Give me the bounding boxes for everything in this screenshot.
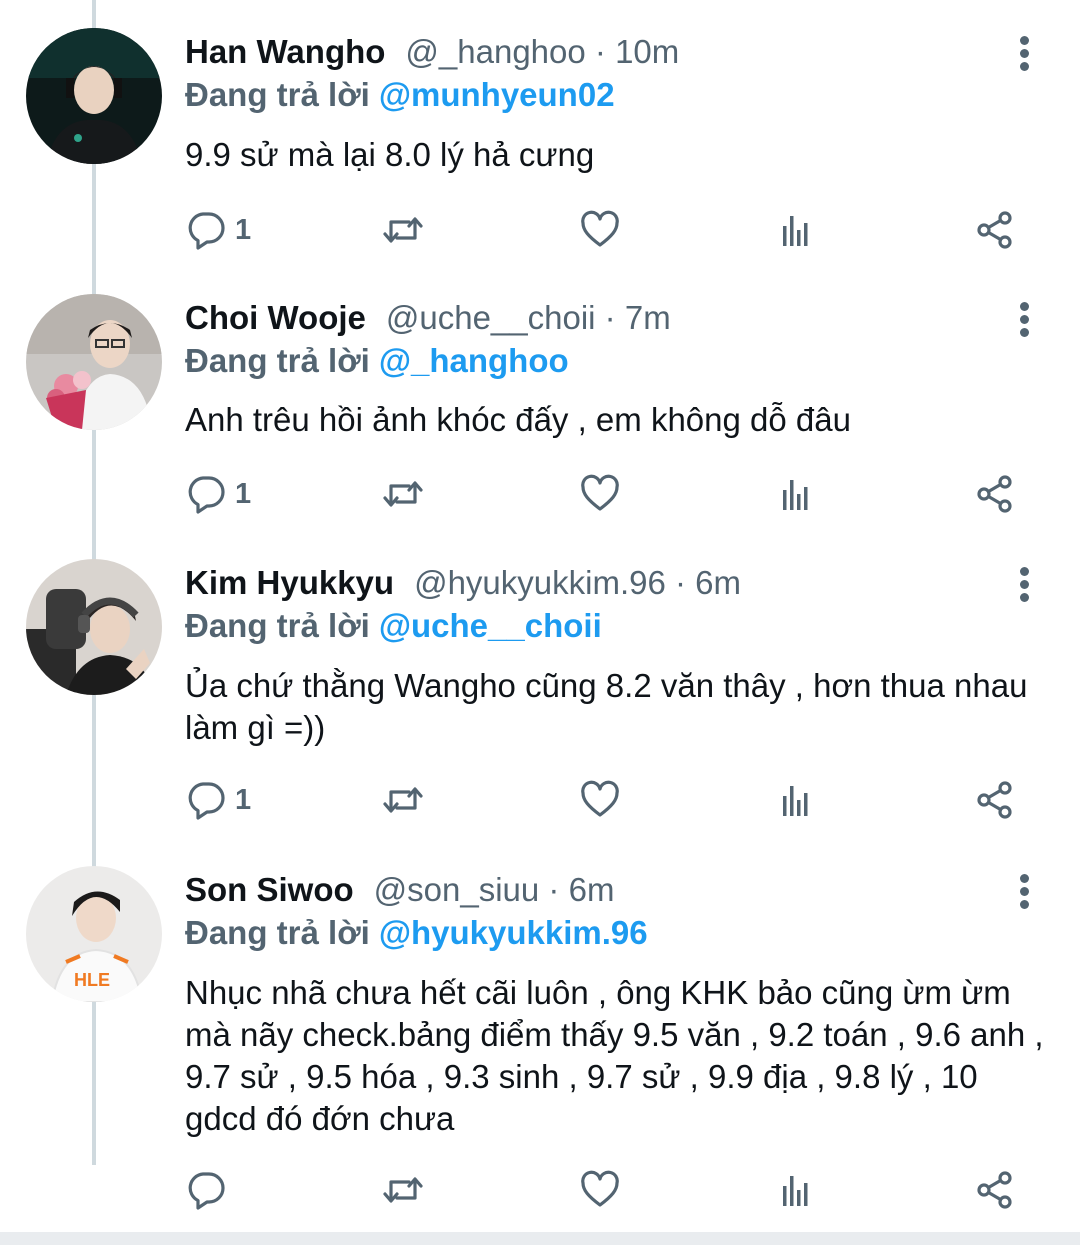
avatar[interactable]: HLE: [26, 866, 162, 1002]
tweet-header: Choi Wooje @uche__choii · 7m: [185, 294, 671, 342]
tweet-text: Anh trêu hồi ảnh khóc đấy , em không dỗ …: [185, 401, 851, 438]
tweet-header: Kim Hyukkyu @hyukyukkim.96 · 6m: [185, 559, 741, 607]
avatar-photo: [26, 559, 162, 695]
like-button[interactable]: [580, 1166, 620, 1214]
avatar[interactable]: [26, 294, 162, 430]
replying-label: Đang trả lời: [185, 76, 370, 113]
analytics-button[interactable]: [777, 1166, 817, 1214]
reply-button[interactable]: 1: [187, 776, 251, 824]
share-icon: [977, 781, 1012, 819]
action-bar: [0, 1166, 1080, 1214]
avatar-logo-text: HLE: [74, 970, 110, 990]
share-icon: [977, 211, 1012, 249]
display-name[interactable]: Han Wangho: [185, 33, 385, 71]
reply-count: 1: [235, 477, 252, 510]
display-name[interactable]: Son Siwoo: [185, 871, 354, 909]
retweet-button[interactable]: [383, 206, 423, 254]
tweet-text: Nhục nhã chưa hết cãi luôn , ông KHK bảo…: [185, 974, 1044, 1137]
handle-time: @son_siuu · 6m: [373, 871, 615, 908]
avatar[interactable]: [26, 559, 162, 695]
reply-count: 1: [235, 783, 252, 816]
replying-to: Đang trả lời @uche__choii: [185, 607, 602, 645]
replying-to: Đang trả lời @munhyeun02: [185, 76, 615, 114]
display-name[interactable]: Kim Hyukkyu: [185, 564, 394, 602]
avatar-photo: HLE: [26, 866, 162, 1002]
mention-link[interactable]: @hyukyukkim.96: [379, 914, 648, 951]
reply-button[interactable]: 1: [187, 470, 251, 518]
mention-link[interactable]: @_hanghoo: [379, 342, 569, 379]
tweet-header: Son Siwoo @son_siuu · 6m: [185, 866, 614, 914]
avatar-photo: [26, 294, 162, 430]
like-button[interactable]: [580, 206, 620, 254]
like-button[interactable]: [580, 776, 620, 824]
reply-icon: [188, 1172, 225, 1210]
more-icon[interactable]: [1010, 294, 1040, 342]
retweet-icon: [383, 481, 423, 507]
retweet-icon: [383, 1177, 423, 1203]
handle-time: @_hanghoo · 10m: [405, 33, 680, 70]
like-icon: [581, 210, 619, 247]
avatar[interactable]: [26, 28, 162, 164]
like-icon: [581, 1170, 619, 1207]
reply-icon: [188, 782, 225, 820]
reply-count: 1: [235, 213, 252, 246]
reply-button[interactable]: [187, 1166, 235, 1214]
reply-icon: [188, 476, 225, 514]
tweet-text: 9.9 sử mà lại 8.0 lý hả cưng: [185, 136, 595, 173]
handle-time: @uche__choii · 7m: [385, 299, 671, 336]
handle-time: @hyukyukkim.96 · 6m: [414, 564, 742, 601]
analytics-button[interactable]: [777, 470, 817, 518]
more-icon[interactable]: [1010, 866, 1040, 914]
retweet-button[interactable]: [383, 470, 423, 518]
action-bar: 1: [0, 470, 1080, 518]
share-button[interactable]: [975, 206, 1015, 254]
retweet-button[interactable]: [383, 776, 423, 824]
mention-link[interactable]: @munhyeun02: [379, 76, 615, 113]
replying-to: Đang trả lời @_hanghoo: [185, 342, 569, 380]
replying-label: Đang trả lời: [185, 342, 370, 379]
analytics-icon: [783, 786, 808, 816]
retweet-icon: [383, 787, 423, 813]
action-bar: 1: [0, 776, 1080, 824]
more-icon[interactable]: [1010, 28, 1040, 76]
analytics-button[interactable]: [777, 206, 817, 254]
avatar-photo: [26, 28, 162, 164]
tweet-header: Han Wangho @_hanghoo · 10m: [185, 28, 679, 76]
replying-to: Đang trả lời @hyukyukkim.96: [185, 914, 648, 952]
analytics-button[interactable]: [777, 776, 817, 824]
replying-label: Đang trả lời: [185, 607, 370, 644]
reply-icon: [188, 212, 225, 250]
replying-label: Đang trả lời: [185, 914, 370, 951]
like-icon: [581, 474, 619, 511]
reply-button[interactable]: 1: [187, 206, 251, 254]
bottom-divider: [0, 1232, 1080, 1245]
action-bar: 1: [0, 206, 1080, 254]
retweet-button[interactable]: [383, 1166, 423, 1214]
analytics-icon: [783, 480, 808, 510]
retweet-icon: [383, 217, 423, 243]
like-icon: [581, 780, 619, 817]
like-button[interactable]: [580, 470, 620, 518]
share-button[interactable]: [975, 470, 1015, 518]
share-button[interactable]: [975, 1166, 1015, 1214]
share-icon: [977, 475, 1012, 513]
more-icon[interactable]: [1010, 559, 1040, 607]
share-icon: [977, 1171, 1012, 1209]
analytics-icon: [783, 216, 808, 246]
tweet-text: Ủa chứ thằng Wangho cũng 8.2 văn thây , …: [185, 667, 1028, 746]
display-name[interactable]: Choi Wooje: [185, 299, 366, 337]
share-button[interactable]: [975, 776, 1015, 824]
analytics-icon: [783, 1176, 808, 1206]
mention-link[interactable]: @uche__choii: [379, 607, 602, 644]
